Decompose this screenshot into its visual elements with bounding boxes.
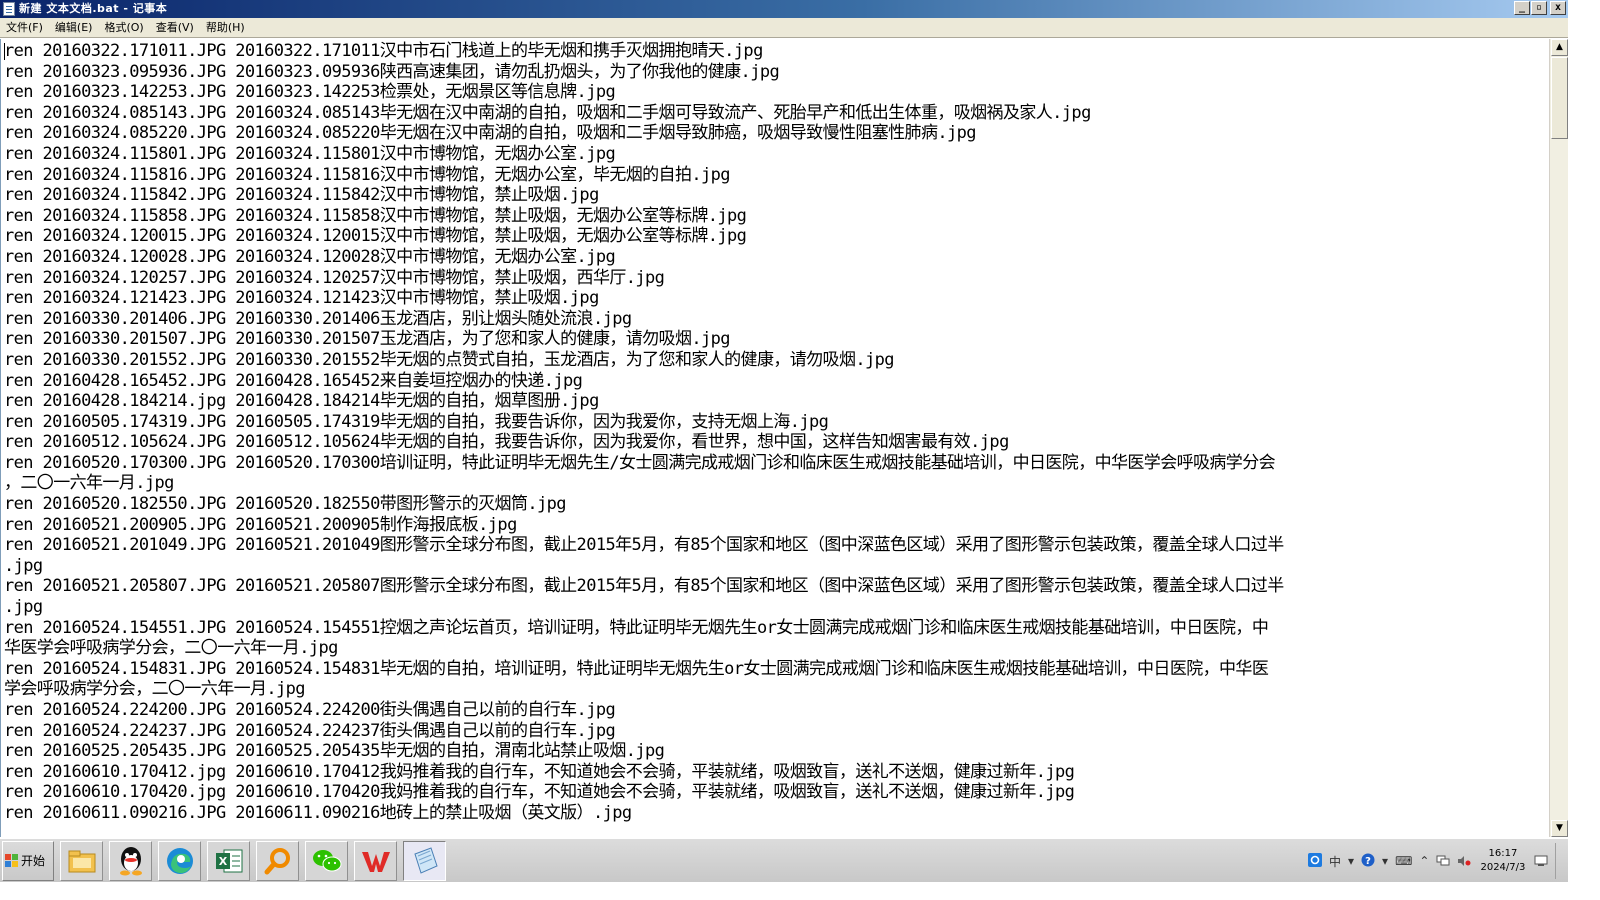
text-line: ren 20160324.115858.JPG 20160324.115858汉…: [4, 205, 747, 226]
wps-icon[interactable]: [354, 840, 397, 881]
system-tray: 中 ▾ ? ▾ ⌨ ⌃ 16:17 2024/7/3: [1308, 839, 1568, 883]
windows-logo-icon: [5, 853, 19, 868]
text-line: ren 20160330.201552.JPG 20160330.201552毕…: [4, 349, 895, 370]
text-line: .jpg: [4, 597, 43, 618]
text-line: ren 20160324.085143.JPG 20160324.085143毕…: [4, 102, 1091, 123]
text-line: ren 20160324.120257.JPG 20160324.120257汉…: [4, 267, 665, 288]
text-line: ren 20160610.170420.jpg 20160610.170420我…: [4, 782, 1075, 803]
text-caret: [4, 43, 5, 60]
text-line: ren 20160323.142253.JPG 20160323.142253检…: [4, 82, 616, 103]
ime-indicator[interactable]: 中: [1329, 853, 1341, 870]
search-magnifier-icon[interactable]: [256, 840, 299, 881]
text-line: ren 20160524.224200.JPG 20160524.224200街…: [4, 700, 616, 720]
text-line: ren 20160524.154551.JPG 20160524.154551控…: [4, 617, 1269, 638]
text-line: ren 20160521.201049.JPG 20160521.201049图…: [4, 535, 1284, 556]
notepad-icon[interactable]: [403, 840, 446, 881]
tray-dropdown-icon[interactable]: ▾: [1382, 854, 1388, 868]
minimize-button[interactable]: _: [1514, 1, 1530, 15]
network-icon[interactable]: [1436, 852, 1450, 871]
start-label: 开始: [21, 854, 46, 868]
wechat-icon[interactable]: [305, 840, 348, 881]
menu-help[interactable]: 帮助(H): [200, 18, 251, 38]
show-desktop-button[interactable]: [1555, 843, 1562, 879]
editor-lines: ren 20160322.171011.JPG 20160322.171011汉…: [1, 39, 1549, 824]
text-line: ren 20160324.120028.JPG 20160324.120028汉…: [4, 246, 616, 267]
ime-dropdown-icon[interactable]: ▾: [1348, 854, 1354, 868]
file-explorer-icon[interactable]: [60, 840, 103, 881]
text-line: ren 20160324.115816.JPG 20160324.115816汉…: [4, 164, 731, 185]
text-line: ren 20160324.120015.JPG 20160324.120015汉…: [4, 226, 747, 247]
window-controls: _ ▫ x: [1514, 1, 1566, 15]
text-line: ren 20160610.170412.jpg 20160610.170412我…: [4, 761, 1075, 782]
text-line: ren 20160520.170300.JPG 20160520.170300培…: [4, 452, 1276, 473]
text-line: ren 20160428.184214.jpg 20160428.184214毕…: [4, 391, 599, 412]
excel-icon[interactable]: X: [207, 840, 250, 881]
qq-browser-tray-icon[interactable]: [1308, 852, 1322, 871]
text-line: ren 20160324.121423.JPG 20160324.121423汉…: [4, 288, 599, 309]
text-line: ren 20160324.115842.JPG 20160324.115842汉…: [4, 185, 599, 206]
text-line: ren 20160324.115801.JPG 20160324.115801汉…: [4, 143, 616, 164]
scroll-down-button[interactable]: ▼: [1551, 820, 1568, 837]
chevron-up-icon[interactable]: ⌃: [1419, 854, 1429, 868]
qq-icon[interactable]: [109, 840, 152, 881]
start-button[interactable]: 开始: [2, 840, 54, 881]
title-bar[interactable]: 新建 文本文档.bat - 记事本 _ ▫ x: [0, 0, 1568, 18]
svg-text:?: ?: [1365, 856, 1371, 867]
menu-bar: 文件(F) 编辑(E) 格式(O) 查看(V) 帮助(H): [0, 18, 1568, 38]
text-line: ren 20160521.200905.JPG 20160521.200905制…: [4, 514, 517, 535]
taskbar: 开始 X 中 ▾ ? ▾ ⌨ ⌃ 16:17 2024/7/3: [0, 838, 1568, 882]
text-line: ren 20160330.201507.JPG 20160330.201507玉…: [4, 329, 731, 350]
clock-date: 2024/7/3: [1480, 862, 1526, 873]
text-line: 学会呼吸病学分会，二〇一六年一月.jpg: [4, 679, 306, 700]
text-line: ren 20160330.201406.JPG 20160330.201406玉…: [4, 308, 632, 329]
vertical-scrollbar[interactable]: ▲ ▼: [1549, 39, 1568, 837]
text-line: ren 20160322.171011.JPG 20160322.171011汉…: [4, 41, 763, 61]
menu-edit[interactable]: 编辑(E): [49, 18, 99, 38]
keyboard-icon[interactable]: ⌨: [1395, 854, 1412, 868]
help-icon[interactable]: ?: [1361, 852, 1375, 871]
text-line: ren 20160611.090216.JPG 20160611.090216地…: [4, 802, 632, 823]
text-line: ren 20160324.085220.JPG 20160324.085220毕…: [4, 123, 977, 144]
action-center-icon[interactable]: [1534, 852, 1548, 871]
scroll-up-button[interactable]: ▲: [1551, 39, 1568, 56]
text-line: ren 20160505.174319.JPG 20160505.174319毕…: [4, 411, 829, 432]
edge-icon[interactable]: [158, 840, 201, 881]
text-line: ren 20160521.205807.JPG 20160521.205807图…: [4, 576, 1284, 597]
text-line: ren 20160323.095936.JPG 20160323.095936陕…: [4, 61, 780, 82]
text-line: .jpg: [4, 555, 43, 576]
text-line: ren 20160520.182550.JPG 20160520.182550带…: [4, 494, 567, 515]
text-line: ren 20160525.205435.JPG 20160525.205435毕…: [4, 741, 665, 762]
notepad-app-icon[interactable]: [3, 2, 15, 16]
window-title: 新建 文本文档.bat - 记事本: [19, 2, 168, 15]
close-button[interactable]: x: [1550, 1, 1566, 15]
maximize-button[interactable]: ▫: [1531, 1, 1547, 15]
text-line: ren 20160524.224237.JPG 20160524.224237街…: [4, 720, 616, 741]
text-line: 华医学会呼吸病学分会，二〇一六年一月.jpg: [4, 638, 338, 659]
text-editor[interactable]: ren 20160322.171011.JPG 20160322.171011汉…: [0, 39, 1549, 837]
menu-file[interactable]: 文件(F): [0, 18, 49, 38]
text-line: ren 20160512.105624.JPG 20160512.105624毕…: [4, 432, 1009, 453]
text-line: ren 20160428.165452.JPG 20160428.165452来…: [4, 370, 583, 391]
clock-time: 16:17: [1488, 848, 1518, 859]
system-clock[interactable]: 16:17 2024/7/3: [1480, 847, 1525, 875]
svg-text:X: X: [218, 855, 227, 868]
menu-view[interactable]: 查看(V): [150, 18, 200, 38]
volume-muted-icon[interactable]: [1457, 852, 1471, 871]
scroll-thumb[interactable]: [1551, 57, 1568, 139]
text-line: ，二〇一六年一月.jpg: [4, 473, 174, 494]
text-line: ren 20160524.154831.JPG 20160524.154831毕…: [4, 658, 1269, 679]
menu-format[interactable]: 格式(O): [98, 18, 149, 38]
pinned-apps: X: [60, 840, 446, 881]
